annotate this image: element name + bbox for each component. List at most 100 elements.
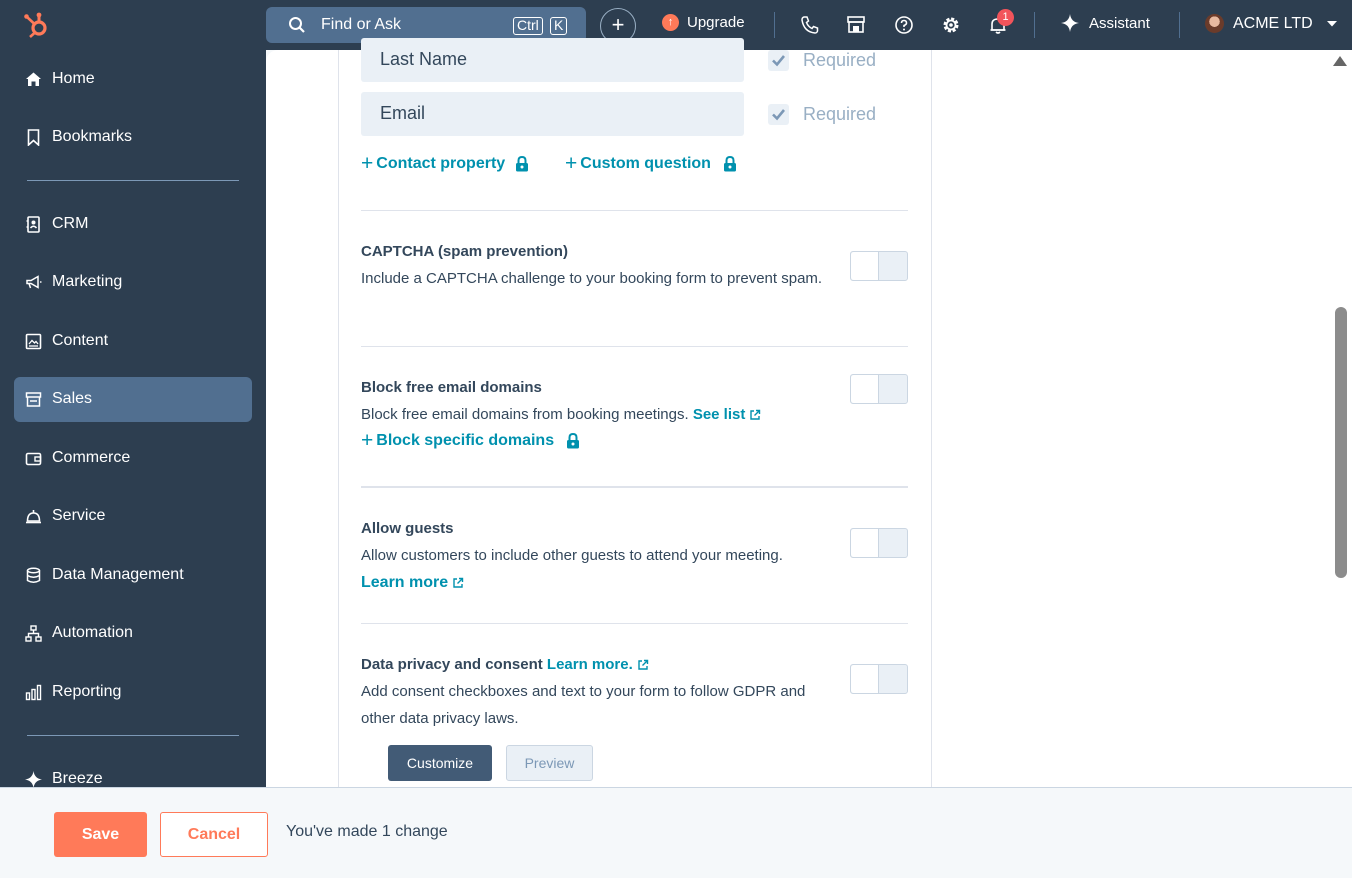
block-domains-section-description: Block free email domains from booking me… xyxy=(361,401,831,428)
link-label: Learn more. xyxy=(546,656,633,673)
workflow-icon xyxy=(25,625,42,642)
add-contact-property-link[interactable]: + Contact property xyxy=(361,152,529,175)
search-icon xyxy=(289,17,305,33)
save-footer-bar: Save Cancel You've made 1 change xyxy=(0,787,1352,878)
data-privacy-toggle[interactable] xyxy=(850,664,908,694)
home-icon xyxy=(26,72,41,86)
sidebar-item-automation[interactable]: Automation xyxy=(14,611,252,656)
bookmark-icon xyxy=(27,129,40,146)
external-link-icon xyxy=(453,577,464,588)
shortcut-ctrl-key: Ctrl xyxy=(513,17,543,35)
block-domains-toggle[interactable] xyxy=(850,374,908,404)
help-icon[interactable] xyxy=(893,14,915,36)
content-icon xyxy=(25,333,42,350)
required-checkbox-last-name[interactable]: Required xyxy=(768,50,876,71)
sidebar-item-label: Bookmarks xyxy=(52,128,133,145)
sidebar-item-bookmarks[interactable]: Bookmarks xyxy=(14,115,252,160)
sidebar-item-label: Breeze xyxy=(52,770,103,787)
link-label: Block specific domains xyxy=(376,432,555,449)
toggle-knob xyxy=(851,375,879,403)
upgrade-button[interactable]: ↑ Upgrade xyxy=(662,14,745,31)
plus-icon: + xyxy=(565,152,578,175)
form-field-last-name[interactable]: Last Name xyxy=(361,38,744,82)
required-label: Required xyxy=(803,104,877,124)
allow-guests-section-title: Allow guests xyxy=(361,520,454,537)
block-domains-description-text: Block free email domains from booking me… xyxy=(361,406,689,423)
checkmark-icon xyxy=(772,55,786,67)
sidebar-item-crm[interactable]: CRM xyxy=(14,202,252,247)
sidebar-item-label: Content xyxy=(52,332,109,349)
link-label: Custom question xyxy=(580,155,711,172)
sidebar-item-sales[interactable]: Sales xyxy=(14,377,252,422)
sidebar-item-label: Automation xyxy=(52,624,133,641)
topbar-divider xyxy=(1179,12,1180,38)
scrollbar-thumb[interactable] xyxy=(1335,307,1347,578)
data-privacy-section-title: Data privacy and consent Learn more. xyxy=(361,656,649,673)
link-label: Contact property xyxy=(376,155,506,172)
lock-icon xyxy=(567,433,580,449)
allow-guests-toggle[interactable] xyxy=(850,528,908,558)
add-custom-question-link[interactable]: + Custom question xyxy=(565,152,737,175)
allow-guests-learn-more-link[interactable]: Learn more xyxy=(361,574,464,592)
lock-icon xyxy=(516,156,529,172)
sidebar-item-service[interactable]: Service xyxy=(14,494,252,539)
sidebar-item-label: Data Management xyxy=(52,566,184,583)
add-block-specific-domains-link[interactable]: + Block specific domains xyxy=(361,430,580,451)
assistant-button[interactable]: Assistant xyxy=(1061,14,1150,32)
sidebar-item-commerce[interactable]: Commerce xyxy=(14,436,252,481)
captcha-section-description: Include a CAPTCHA challenge to your book… xyxy=(361,270,823,287)
checkbox[interactable] xyxy=(768,104,789,125)
topbar-divider xyxy=(1034,12,1035,38)
section-divider xyxy=(361,486,908,488)
section-divider xyxy=(361,210,908,211)
toggle-knob xyxy=(851,665,879,693)
see-list-link[interactable]: See list xyxy=(693,406,762,423)
toggle-knob xyxy=(851,529,879,557)
sidebar-item-label: Marketing xyxy=(52,273,123,290)
plus-icon: + xyxy=(361,152,374,175)
link-label: See list xyxy=(692,406,746,423)
external-link-icon xyxy=(638,659,648,670)
form-field-email[interactable]: Email xyxy=(361,92,744,136)
topbar-divider xyxy=(774,12,775,38)
wallet-icon xyxy=(25,452,42,466)
upgrade-label: Upgrade xyxy=(687,14,745,31)
avatar xyxy=(1205,14,1224,33)
contacts-icon xyxy=(26,216,40,233)
sidebar-item-reporting[interactable]: Reporting xyxy=(14,670,252,715)
scroll-up-arrow-icon[interactable] xyxy=(1333,56,1347,66)
preview-button[interactable]: Preview xyxy=(506,745,593,781)
block-domains-section-title: Block free email domains xyxy=(361,379,542,396)
sales-icon xyxy=(25,392,42,407)
link-label: Learn more xyxy=(361,574,449,591)
sidebar-item-marketing[interactable]: Marketing xyxy=(14,260,252,305)
sidebar-item-breeze[interactable]: Breeze xyxy=(14,757,252,787)
sidebar-item-content[interactable]: Content xyxy=(14,319,252,364)
save-button[interactable]: Save xyxy=(54,812,147,857)
captcha-toggle[interactable] xyxy=(850,251,908,281)
cancel-button[interactable]: Cancel xyxy=(160,812,268,857)
data-privacy-section-description: Add consent checkboxes and text to your … xyxy=(361,683,806,727)
sidebar-item-label: Service xyxy=(52,507,106,524)
sidebar-item-data-management[interactable]: Data Management xyxy=(14,553,252,598)
shortcut-k-key: K xyxy=(550,17,568,35)
required-checkbox-email[interactable]: Required xyxy=(768,104,876,125)
account-menu[interactable]: ACME LTD xyxy=(1205,14,1338,33)
customize-button[interactable]: Customize xyxy=(388,745,492,781)
checkbox[interactable] xyxy=(768,50,789,71)
toggle-knob xyxy=(851,252,879,280)
caret-down-icon xyxy=(1326,20,1337,26)
sidebar-item-label: Home xyxy=(52,70,95,87)
sidebar-item-home[interactable]: Home xyxy=(14,57,252,102)
hubspot-logo-icon[interactable] xyxy=(22,10,52,40)
form-field-label: Last Name xyxy=(380,49,468,69)
phone-icon[interactable] xyxy=(799,14,821,36)
sparkle-icon xyxy=(1061,14,1079,32)
data-privacy-learn-more-link[interactable]: Learn more. xyxy=(547,656,649,673)
settings-gear-icon[interactable] xyxy=(940,14,962,36)
marketplace-icon[interactable] xyxy=(845,14,867,36)
sidebar-divider xyxy=(27,735,239,736)
data-privacy-title-text: Data privacy and consent xyxy=(361,656,543,673)
checkmark-icon xyxy=(772,109,786,121)
notification-count-badge: 1 xyxy=(997,9,1014,26)
